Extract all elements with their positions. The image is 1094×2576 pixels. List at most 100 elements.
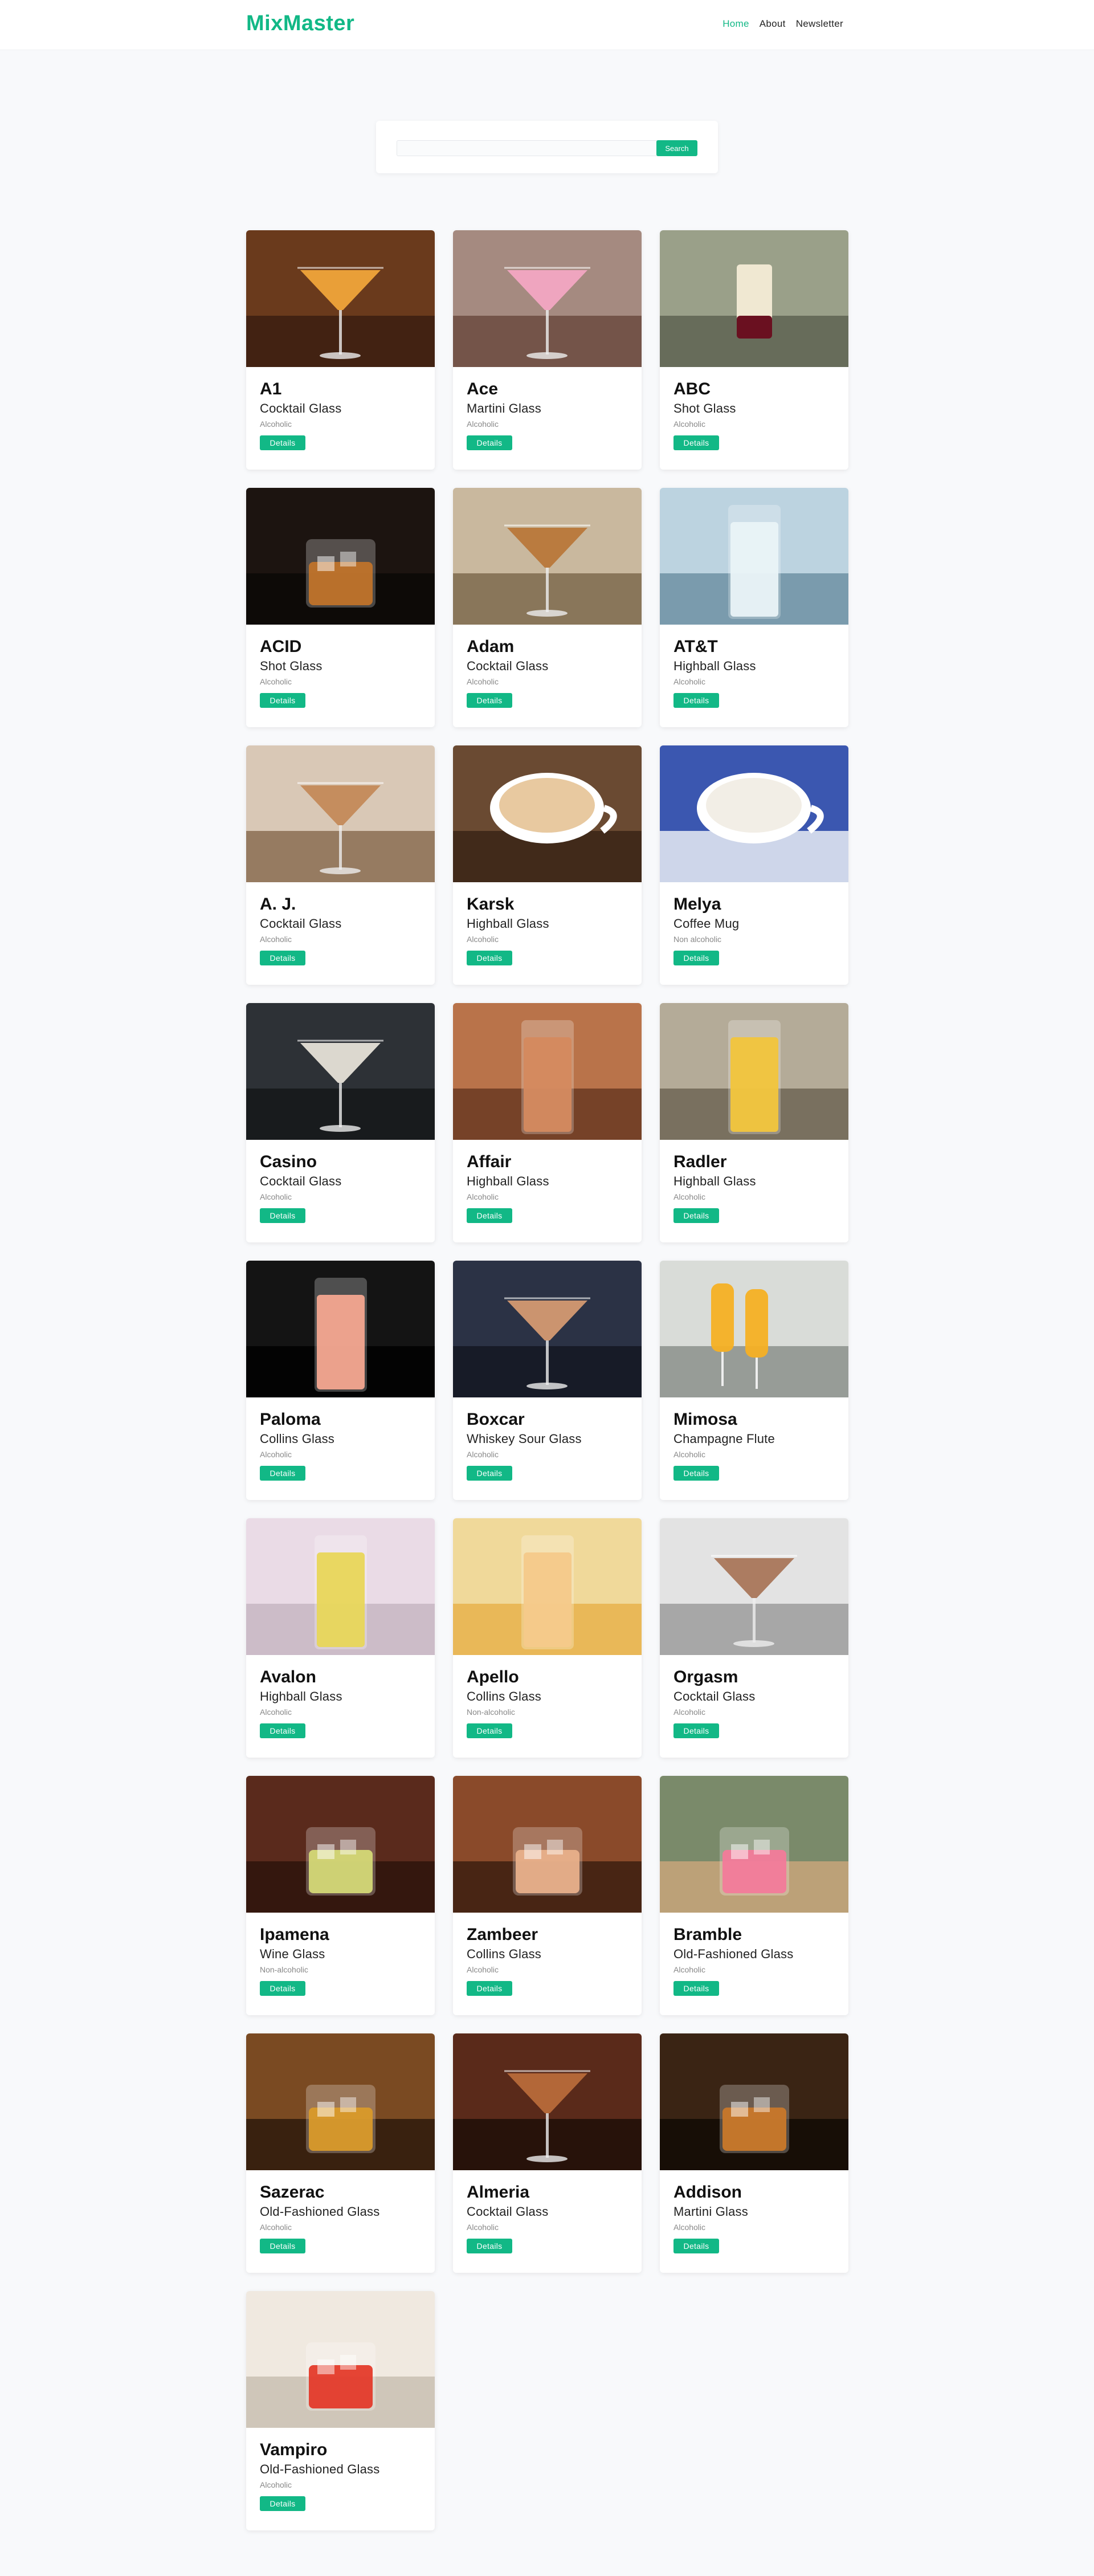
cocktail-photo: [453, 1518, 642, 1655]
cocktail-card: Avalon Highball Glass Alcoholic Details: [246, 1518, 435, 1758]
cocktail-glass: Cocktail Glass: [467, 2204, 549, 2219]
details-button[interactable]: Details: [260, 1208, 305, 1223]
cocktail-photo: [453, 1261, 642, 1397]
search-button[interactable]: Search: [656, 140, 697, 156]
cocktail-name: Sazerac: [260, 2183, 325, 2202]
details-button[interactable]: Details: [260, 1466, 305, 1481]
cocktail-card: Radler Highball Glass Alcoholic Details: [660, 1003, 848, 1242]
details-button[interactable]: Details: [673, 435, 719, 450]
cocktail-card: Almeria Cocktail Glass Alcoholic Details: [453, 2033, 642, 2273]
cocktail-photo: [453, 1776, 642, 1913]
cocktail-photo: [246, 1776, 435, 1913]
cocktail-name: Melya: [673, 895, 721, 914]
cocktail-card: ABC Shot Glass Alcoholic Details: [660, 230, 848, 470]
nav-newsletter-link[interactable]: Newsletter: [796, 18, 843, 30]
details-button[interactable]: Details: [260, 2496, 305, 2511]
details-button[interactable]: Details: [467, 1208, 512, 1223]
cocktail-name: AT&T: [673, 637, 718, 656]
details-button[interactable]: Details: [467, 693, 512, 708]
search-input[interactable]: [397, 140, 659, 156]
details-button[interactable]: Details: [673, 1981, 719, 1996]
cocktail-glass: Highball Glass: [260, 1689, 342, 1703]
cocktail-glass: Collins Glass: [467, 1947, 541, 1961]
cocktail-glass: Coffee Mug: [673, 916, 740, 931]
cocktail-photo: [660, 1003, 848, 1140]
cocktail-card: Addison Martini Glass Alcoholic Details: [660, 2033, 848, 2273]
details-button[interactable]: Details: [260, 1981, 305, 1996]
cocktail-name: Paloma: [260, 1410, 321, 1429]
cocktail-glass: Cocktail Glass: [260, 1174, 342, 1188]
details-button[interactable]: Details: [260, 1723, 305, 1738]
cocktail-name: Orgasm: [673, 1668, 738, 1686]
cocktail-photo: [246, 2291, 435, 2428]
card-body: Apello Collins Glass Non-alcoholic Details: [467, 1668, 635, 1738]
details-button[interactable]: Details: [467, 2239, 512, 2253]
cocktail-card: A1 Cocktail Glass Alcoholic Details: [246, 230, 435, 470]
card-body: Zambeer Collins Glass Alcoholic Details: [467, 1925, 635, 1996]
cocktail-card: Mimosa Champagne Flute Alcoholic Details: [660, 1261, 848, 1500]
cocktail-photo: [660, 1776, 848, 1913]
cocktail-card: Ace Martini Glass Alcoholic Details: [453, 230, 642, 470]
details-button[interactable]: Details: [467, 1723, 512, 1738]
details-button[interactable]: Details: [673, 951, 719, 965]
cocktail-glass: Champagne Flute: [673, 1432, 775, 1446]
cocktail-photo: [453, 745, 642, 882]
cocktail-glass: Highball Glass: [673, 1174, 756, 1188]
cocktail-photo: [660, 1261, 848, 1397]
details-button[interactable]: Details: [467, 951, 512, 965]
cocktail-name: Bramble: [673, 1925, 742, 1944]
cocktail-glass: Highball Glass: [673, 659, 756, 673]
cocktail-alcoholic: Non alcoholic: [673, 935, 722, 944]
cocktail-photo: [246, 1261, 435, 1397]
card-body: Affair Highball Glass Alcoholic Details: [467, 1152, 635, 1223]
cocktail-name: Avalon: [260, 1668, 316, 1686]
cocktail-glass: Collins Glass: [467, 1689, 541, 1703]
cocktail-alcoholic: Non-alcoholic: [467, 1707, 515, 1717]
cocktail-card: Apello Collins Glass Non-alcoholic Details: [453, 1518, 642, 1758]
card-body: Paloma Collins Glass Alcoholic Details: [260, 1410, 428, 1481]
details-button[interactable]: Details: [260, 2239, 305, 2253]
cocktail-alcoholic: Alcoholic: [260, 2480, 292, 2489]
cocktail-alcoholic: Alcoholic: [673, 1450, 706, 1459]
details-button[interactable]: Details: [260, 951, 305, 965]
details-button[interactable]: Details: [673, 1208, 719, 1223]
cocktail-glass: Whiskey Sour Glass: [467, 1432, 582, 1446]
details-button[interactable]: Details: [673, 693, 719, 708]
card-body: Ipamena Wine Glass Non-alcoholic Details: [260, 1925, 428, 1996]
cocktail-alcoholic: Alcoholic: [673, 1965, 706, 1974]
cocktail-alcoholic: Alcoholic: [260, 677, 292, 686]
details-button[interactable]: Details: [467, 1981, 512, 1996]
cocktail-name: ABC: [673, 380, 711, 398]
cocktail-alcoholic: Alcoholic: [467, 419, 499, 429]
details-button[interactable]: Details: [467, 435, 512, 450]
cocktail-alcoholic: Alcoholic: [673, 1192, 706, 1201]
cocktail-name: Zambeer: [467, 1925, 538, 1944]
nav-home-link[interactable]: Home: [722, 18, 749, 30]
cocktail-alcoholic: Non-alcoholic: [260, 1965, 308, 1974]
cocktail-photo: [246, 2033, 435, 2170]
cocktail-alcoholic: Alcoholic: [260, 2223, 292, 2232]
card-body: Casino Cocktail Glass Alcoholic Details: [260, 1152, 428, 1223]
details-button[interactable]: Details: [467, 1466, 512, 1481]
cocktail-name: Vampiro: [260, 2440, 328, 2459]
details-button[interactable]: Details: [260, 435, 305, 450]
nav-about-link[interactable]: About: [760, 18, 786, 30]
cocktail-glass: Wine Glass: [260, 1947, 325, 1961]
cocktail-card: A. J. Cocktail Glass Alcoholic Details: [246, 745, 435, 985]
cocktail-name: Mimosa: [673, 1410, 737, 1429]
card-body: Mimosa Champagne Flute Alcoholic Details: [673, 1410, 842, 1481]
brand-logo[interactable]: MixMaster: [246, 11, 354, 36]
details-button[interactable]: Details: [673, 2239, 719, 2253]
card-body: Addison Martini Glass Alcoholic Details: [673, 2183, 842, 2253]
cocktail-alcoholic: Alcoholic: [260, 1450, 292, 1459]
details-button[interactable]: Details: [673, 1723, 719, 1738]
details-button[interactable]: Details: [260, 693, 305, 708]
cocktail-card: Casino Cocktail Glass Alcoholic Details: [246, 1003, 435, 1242]
cocktail-alcoholic: Alcoholic: [467, 2223, 499, 2232]
cocktail-name: A. J.: [260, 895, 296, 914]
cocktail-photo: [246, 1518, 435, 1655]
cocktail-card: Boxcar Whiskey Sour Glass Alcoholic Details: [453, 1261, 642, 1500]
details-button[interactable]: Details: [673, 1466, 719, 1481]
cocktail-photo: [453, 2033, 642, 2170]
cocktail-photo: [660, 2033, 848, 2170]
